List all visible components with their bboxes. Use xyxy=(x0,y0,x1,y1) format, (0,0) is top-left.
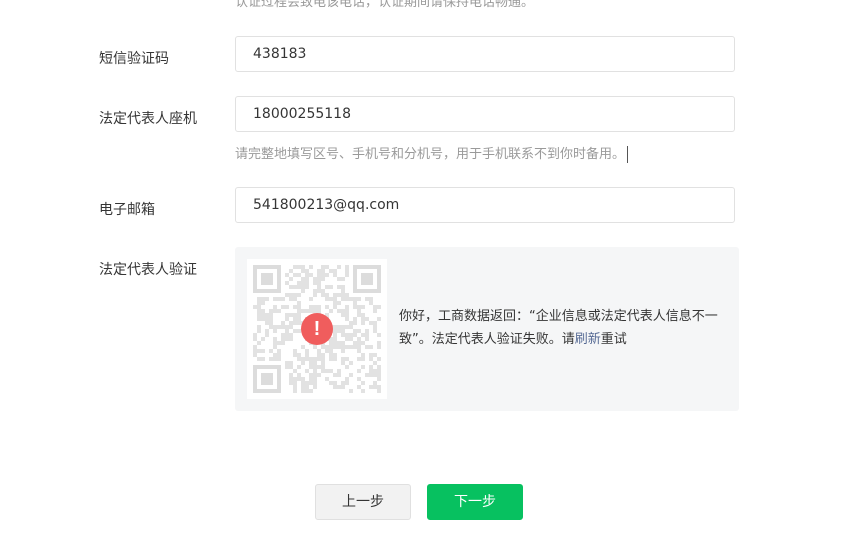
email-field[interactable] xyxy=(235,187,735,223)
text-cursor xyxy=(627,146,629,163)
sms-code-field[interactable] xyxy=(235,36,735,72)
legal-verify-label: 法定代表人验证 xyxy=(99,262,197,278)
landline-hint-text: 请完整地填写区号、手机号和分机号，用于手机联系不到你时备用。 xyxy=(235,147,626,162)
sms-code-input[interactable] xyxy=(236,37,734,71)
next-step-button[interactable]: 下一步 xyxy=(427,484,523,520)
phone-call-hint: 认证过程会致电该电话，认证期间请保持电话畅通。 xyxy=(235,0,535,10)
email-label: 电子邮箱 xyxy=(99,202,155,218)
verify-message-suffix: 重试 xyxy=(600,332,627,347)
refresh-link[interactable]: 刷新 xyxy=(575,332,601,347)
sms-code-label: 短信验证码 xyxy=(99,51,169,67)
verify-message-text: 你好，工商数据返回：“企业信息或法定代表人信息不一致”。法定代表人验证失败。请 xyxy=(399,309,718,347)
landline-field[interactable] xyxy=(235,96,735,132)
landline-hint: 请完整地填写区号、手机号和分机号，用于手机联系不到你时备用。 xyxy=(235,143,629,163)
legal-rep-verification-form: 认证过程会致电该电话，认证期间请保持电话畅通。 短信验证码 法定代表人座机 请完… xyxy=(0,0,842,553)
landline-input[interactable] xyxy=(236,97,734,131)
prev-step-button[interactable]: 上一步 xyxy=(315,484,411,520)
verify-result-message: 你好，工商数据返回：“企业信息或法定代表人信息不一致”。法定代表人验证失败。请刷… xyxy=(399,305,731,351)
email-input[interactable] xyxy=(236,188,734,222)
legal-verify-panel: ! 你好，工商数据返回：“企业信息或法定代表人信息不一致”。法定代表人验证失败。… xyxy=(235,247,739,411)
error-icon: ! xyxy=(301,313,333,345)
qr-code-icon: ! xyxy=(247,259,387,399)
landline-label: 法定代表人座机 xyxy=(99,111,197,127)
